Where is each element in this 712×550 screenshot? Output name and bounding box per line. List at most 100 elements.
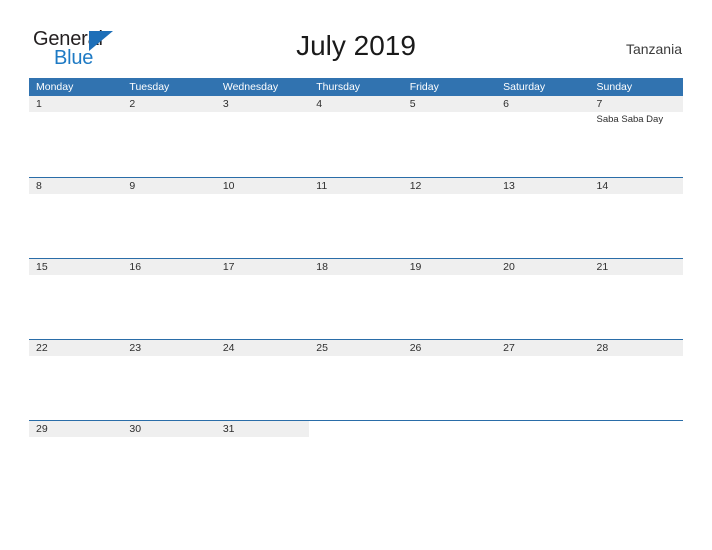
- day-number: [309, 421, 403, 437]
- day-number: 11: [309, 178, 403, 194]
- calendar-week-row: 1 2 3 4 5 6 7 Saba Saba Day: [29, 96, 683, 177]
- day-cell[interactable]: 27: [496, 340, 590, 420]
- day-cell[interactable]: 11: [309, 178, 403, 258]
- day-cell[interactable]: 28: [589, 340, 683, 420]
- day-cell[interactable]: 18: [309, 259, 403, 339]
- weekday-header-thursday: Thursday: [316, 81, 361, 93]
- calendar-week-row: 22 23 24 25 26 27 28: [29, 339, 683, 420]
- weekday-header-wednesday: Wednesday: [222, 81, 279, 93]
- day-events: [122, 356, 215, 358]
- calendar-week-row: 29 30 31: [29, 420, 683, 501]
- day-cell[interactable]: 26: [402, 340, 497, 420]
- day-events: [590, 275, 683, 277]
- weekday-header-monday: Monday: [36, 81, 74, 93]
- day-events: [216, 437, 309, 439]
- day-events: [496, 112, 589, 114]
- day-cell[interactable]: 24: [215, 340, 310, 420]
- day-number: 2: [122, 96, 216, 112]
- day-events: [403, 112, 496, 114]
- day-cell[interactable]: 3: [215, 96, 310, 177]
- day-number: 15: [29, 259, 123, 275]
- day-cell[interactable]: 16: [122, 259, 216, 339]
- day-number: 9: [122, 178, 216, 194]
- day-cell[interactable]: 23: [122, 340, 216, 420]
- day-cell[interactable]: 10: [215, 178, 310, 258]
- day-number: 5: [402, 96, 497, 112]
- day-number: 23: [122, 340, 216, 356]
- day-cell-empty: [402, 421, 497, 501]
- weekday-header-sunday: Sunday: [596, 81, 633, 93]
- day-events: [122, 437, 215, 439]
- day-cell-empty: [309, 421, 403, 501]
- day-number: 10: [215, 178, 310, 194]
- day-cell[interactable]: 4: [309, 96, 403, 177]
- day-number: 24: [215, 340, 310, 356]
- day-number: [496, 421, 590, 437]
- day-number: 3: [215, 96, 310, 112]
- day-cell[interactable]: 17: [215, 259, 310, 339]
- day-events: [309, 194, 402, 196]
- day-cell[interactable]: 5: [402, 96, 497, 177]
- day-cell[interactable]: 29: [29, 421, 123, 501]
- day-number: 16: [122, 259, 216, 275]
- day-events: [216, 194, 309, 196]
- day-events: [590, 437, 683, 439]
- day-cell[interactable]: 1: [29, 96, 123, 177]
- day-cell[interactable]: 15: [29, 259, 123, 339]
- day-cell[interactable]: 20: [496, 259, 590, 339]
- day-number: 17: [215, 259, 310, 275]
- day-events: [496, 275, 589, 277]
- day-number: 30: [122, 421, 216, 437]
- day-number: 25: [309, 340, 403, 356]
- day-events: [403, 275, 496, 277]
- day-number: 1: [29, 96, 123, 112]
- day-cell-empty: [496, 421, 590, 501]
- day-events: [216, 356, 309, 358]
- day-events: [216, 112, 309, 114]
- day-events: [309, 112, 402, 114]
- day-events: [216, 275, 309, 277]
- day-events: [496, 437, 589, 439]
- weekday-header-row: Monday Tuesday Wednesday Thursday Friday…: [29, 78, 683, 96]
- day-cell[interactable]: 30: [122, 421, 216, 501]
- day-number: 6: [496, 96, 590, 112]
- day-number: 31: [215, 421, 310, 437]
- day-cell[interactable]: 22: [29, 340, 123, 420]
- day-events: [403, 194, 496, 196]
- day-number: 7: [589, 96, 683, 112]
- day-cell[interactable]: 13: [496, 178, 590, 258]
- day-cell[interactable]: 6: [496, 96, 590, 177]
- day-events: [590, 194, 683, 196]
- day-cell[interactable]: 7 Saba Saba Day: [589, 96, 683, 177]
- day-events: [403, 356, 496, 358]
- day-cell[interactable]: 8: [29, 178, 123, 258]
- day-cell[interactable]: 21: [589, 259, 683, 339]
- calendar-grid: Monday Tuesday Wednesday Thursday Friday…: [29, 78, 683, 501]
- day-events: [122, 112, 215, 114]
- day-events: [122, 275, 215, 277]
- weekday-header-tuesday: Tuesday: [129, 81, 170, 93]
- day-events: [29, 275, 122, 277]
- day-cell[interactable]: 2: [122, 96, 216, 177]
- day-cell[interactable]: 19: [402, 259, 497, 339]
- day-cell[interactable]: 9: [122, 178, 216, 258]
- day-cell[interactable]: 12: [402, 178, 497, 258]
- day-number: 26: [402, 340, 497, 356]
- day-events: [122, 194, 215, 196]
- day-events: [403, 437, 496, 439]
- country-label: Tanzania: [625, 41, 682, 57]
- day-number: [402, 421, 497, 437]
- day-number: 19: [402, 259, 497, 275]
- holiday-event: Saba Saba Day: [596, 114, 664, 125]
- day-cell[interactable]: 31: [215, 421, 310, 501]
- day-events: [309, 275, 402, 277]
- day-number: 21: [589, 259, 683, 275]
- day-number: 29: [29, 421, 123, 437]
- day-events: [29, 194, 122, 196]
- calendar-week-row: 15 16 17 18 19 20 21: [29, 258, 683, 339]
- day-events: [496, 194, 589, 196]
- day-events: [309, 356, 402, 358]
- day-cell[interactable]: 25: [309, 340, 403, 420]
- weekday-header-friday: Friday: [409, 81, 439, 93]
- day-cell[interactable]: 14: [589, 178, 683, 258]
